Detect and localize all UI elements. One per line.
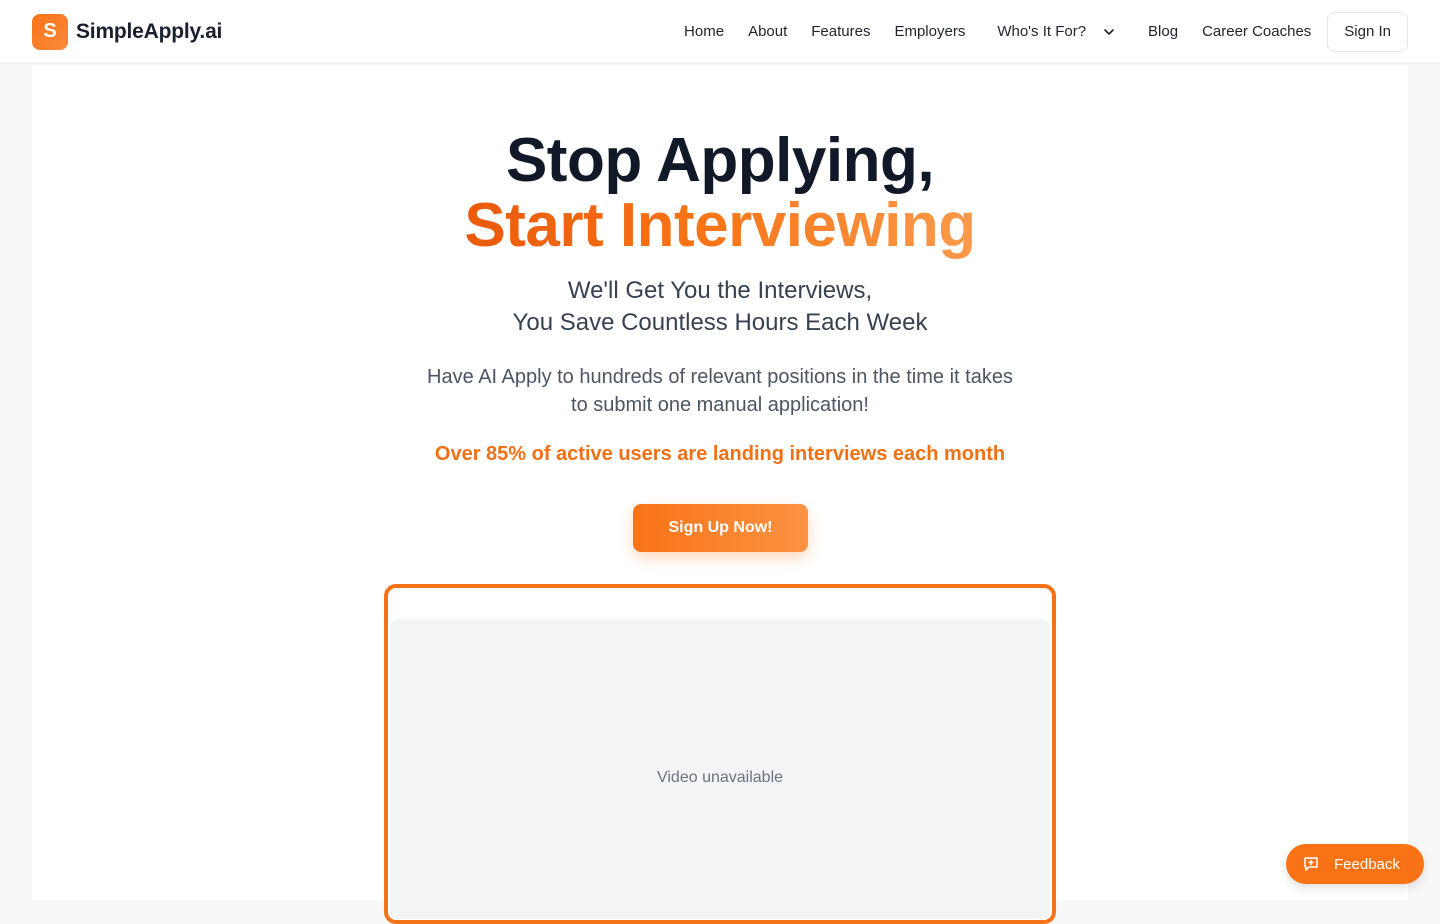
hero-title-line1: Stop Applying, xyxy=(505,126,935,195)
nav-whos-it-for-dropdown[interactable]: Who's It For? xyxy=(977,23,1136,40)
hero-subtitle-line2: You Save Countless Hours Each Week xyxy=(512,309,928,336)
feedback-button[interactable]: Feedback xyxy=(1286,844,1424,884)
nav-employers[interactable]: Employers xyxy=(882,23,977,40)
nav-about[interactable]: About xyxy=(736,23,799,40)
hero-title-line2: Start Interviewing xyxy=(32,192,1408,260)
brand-logo[interactable]: S SimpleApply.ai xyxy=(32,13,223,50)
main-content: Stop Applying, Start Interviewing We'll … xyxy=(32,65,1408,924)
nav-features[interactable]: Features xyxy=(799,23,882,40)
hero-description-line2: to submit one manual application! xyxy=(571,394,869,416)
video-unavailable-message: Video unavailable xyxy=(656,769,784,786)
nav-home[interactable]: Home xyxy=(672,23,736,40)
feedback-label: Feedback xyxy=(1334,855,1400,873)
hero-description-line1: Have AI Apply to hundreds of relevant po… xyxy=(427,366,1013,388)
video-frame: Video unavailable xyxy=(384,584,1056,924)
hero-subtitle: We'll Get You the Interviews, You Save C… xyxy=(32,275,1408,339)
hero-description: Have AI Apply to hundreds of relevant po… xyxy=(32,363,1408,419)
nav-blog[interactable]: Blog xyxy=(1136,23,1190,40)
brand-name: SimpleApply.ai xyxy=(76,19,223,43)
message-plus-icon xyxy=(1304,857,1318,871)
video-player[interactable]: Video unavailable xyxy=(390,619,1050,919)
hero-subtitle-line1: We'll Get You the Interviews, xyxy=(567,277,873,304)
nav-whos-it-for: Who's It For? xyxy=(997,23,1087,40)
nav-career-coaches[interactable]: Career Coaches xyxy=(1190,23,1323,40)
sign-in-button[interactable]: Sign In xyxy=(1327,11,1408,52)
chevron-down-icon xyxy=(1104,28,1114,35)
site-header: S SimpleApply.ai Home About Features Emp… xyxy=(0,0,1440,64)
sign-up-button[interactable]: Sign Up Now! xyxy=(633,504,808,552)
brand-mark: S xyxy=(32,13,68,50)
main-nav: Home About Features Employers Who's It F… xyxy=(672,0,1408,64)
hero-stat: Over 85% of active users are landing int… xyxy=(434,443,1006,465)
hero-title-highlight: Start Interviewing xyxy=(464,191,976,260)
